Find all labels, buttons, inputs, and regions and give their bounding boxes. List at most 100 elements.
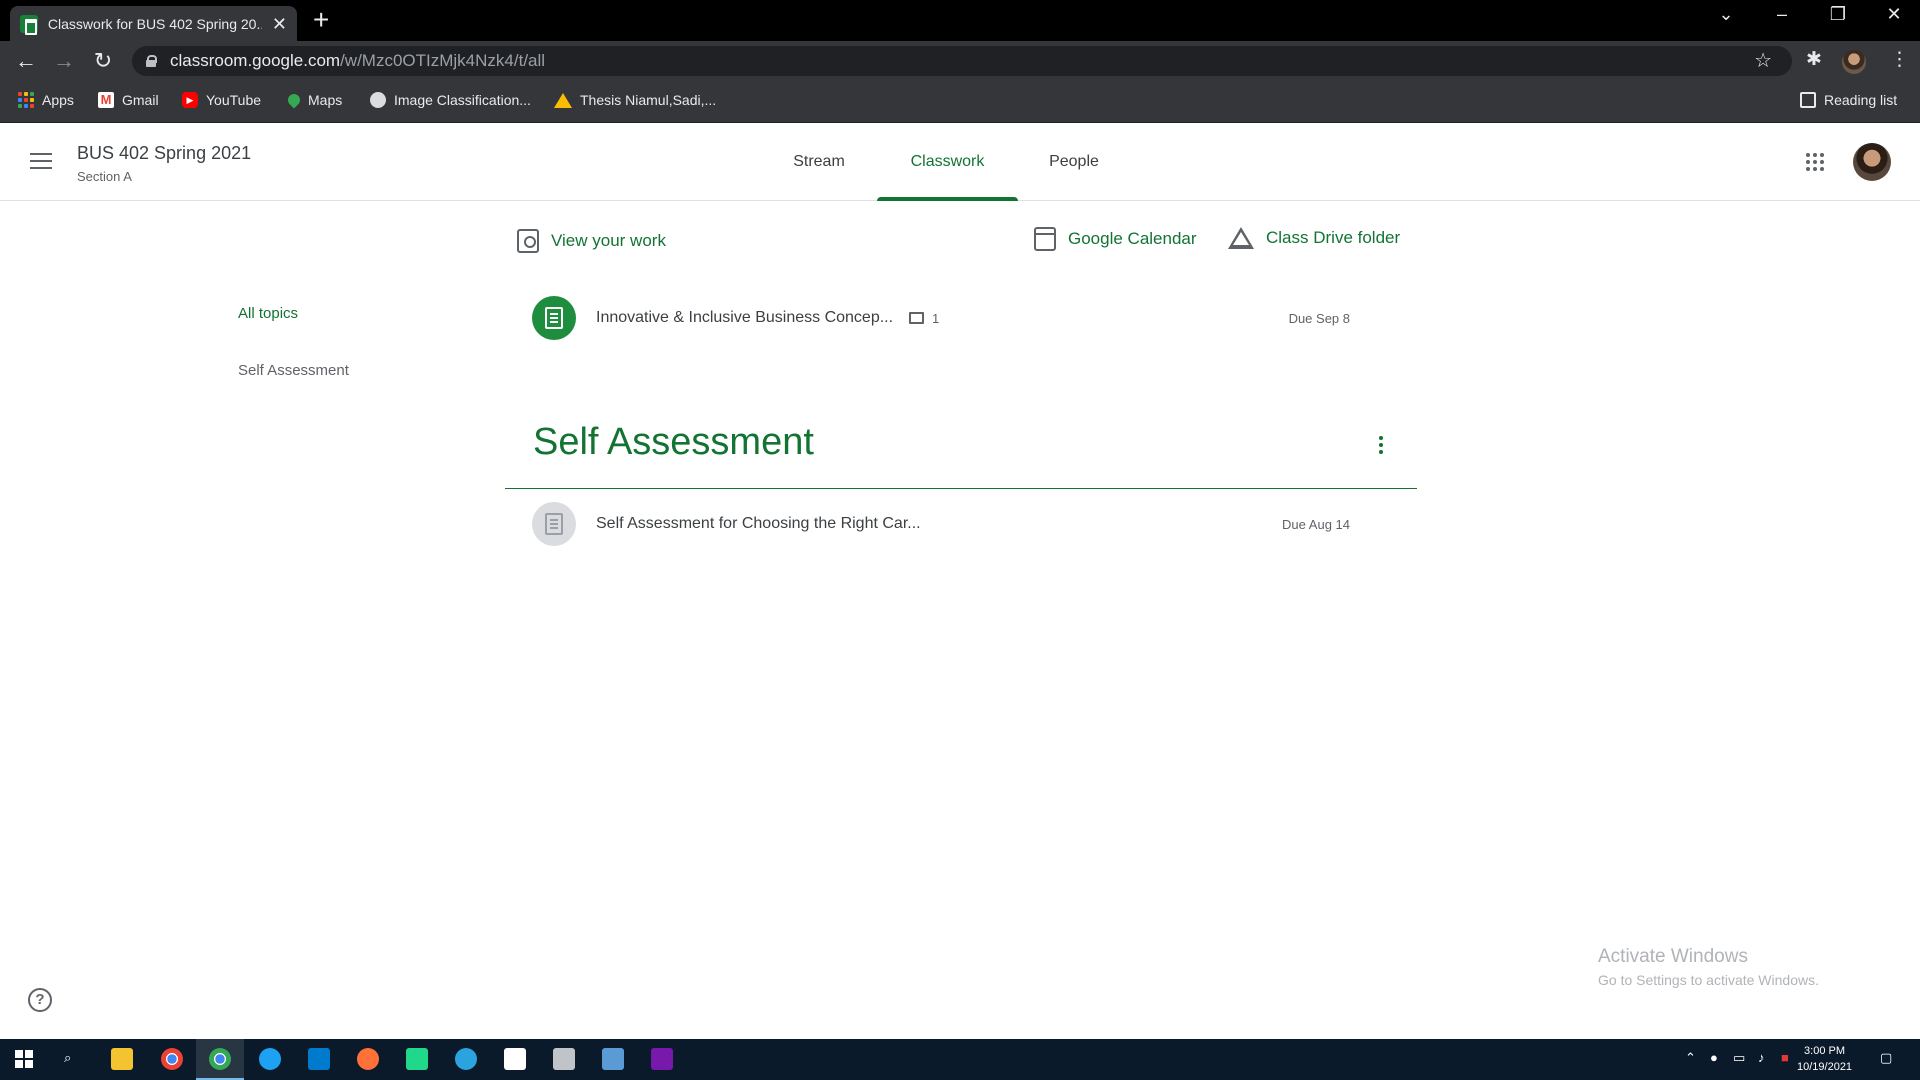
gmail-icon: M [98, 92, 114, 108]
bookmark-label: Thesis Niamul,Sadi,... [580, 92, 717, 108]
firefox-icon[interactable] [357, 1048, 379, 1070]
bookmark-star-icon[interactable]: ☆ [1754, 48, 1772, 73]
google-calendar-link[interactable]: Google Calendar [1034, 227, 1197, 251]
pycharm-icon[interactable] [406, 1048, 428, 1070]
help-icon[interactable]: ? [28, 988, 52, 1012]
main-menu-icon[interactable] [30, 153, 52, 174]
tab-classwork[interactable]: Classwork [877, 123, 1018, 201]
bookmark-label: YouTube [206, 92, 262, 108]
tab-stream[interactable]: Stream [778, 123, 860, 200]
topic-self-assessment[interactable]: Self Assessment [238, 362, 349, 379]
assignment-title: Innovative & Inclusive Business Concep..… [596, 309, 894, 326]
bookmark-label: Gmail [122, 92, 159, 108]
close-window-button[interactable]: ✕ [1876, 4, 1912, 25]
edge-icon[interactable] [259, 1048, 281, 1070]
class-title[interactable]: BUS 402 Spring 2021 [77, 143, 251, 164]
due-date: Due Aug 14 [1282, 516, 1350, 532]
class-drive-folder-link[interactable]: Class Drive folder [1228, 227, 1400, 249]
browser-toolbar: ← → ↻ classroom.google.com/w/Mzc0OTIzMjk… [0, 41, 1920, 81]
watermark-line1: Activate Windows [1598, 946, 1748, 967]
network-icon[interactable]: ▭ [1733, 1050, 1745, 1066]
taskbar-clock[interactable]: 3:00 PM 10/19/2021 [1797, 1043, 1852, 1075]
search-icon[interactable]: ⌕ [64, 1050, 71, 1066]
back-button[interactable]: ← [12, 47, 40, 75]
reading-list-button[interactable]: Reading list [1800, 92, 1897, 108]
restore-button[interactable]: ❐ [1820, 4, 1856, 25]
chrome-profile-icon[interactable] [209, 1048, 231, 1070]
windows-start-icon[interactable] [15, 1050, 33, 1068]
tab-people[interactable]: People [1036, 123, 1112, 200]
more-options-icon[interactable] [1379, 436, 1385, 457]
due-date: Due Sep 8 [1288, 310, 1350, 326]
comment-icon [909, 312, 925, 324]
bookmark-apps[interactable]: Apps [18, 92, 74, 108]
topic-all[interactable]: All topics [238, 305, 298, 322]
drive-icon [554, 92, 572, 108]
assignment-icon [532, 296, 576, 340]
app-icon[interactable] [553, 1048, 575, 1070]
bookmark-gmail[interactable]: M Gmail [98, 92, 159, 108]
file-explorer-icon[interactable] [111, 1048, 133, 1070]
calculator-icon[interactable] [602, 1048, 624, 1070]
extensions-icon[interactable]: ✱ [1806, 48, 1822, 71]
watermark-line2: Go to Settings to activate Windows. [1598, 972, 1819, 988]
volume-icon[interactable]: ♪ [1758, 1050, 1765, 1065]
lock-icon[interactable] [146, 55, 157, 67]
class-section: Section A [77, 169, 132, 184]
list-item[interactable]: Innovative & Inclusive Business Concep..… [532, 293, 1350, 343]
clock-date: 10/19/2021 [1797, 1061, 1853, 1073]
class-drive-folder-label: Class Drive folder [1266, 228, 1401, 247]
address-bar[interactable]: classroom.google.com/w/Mzc0OTIzMjk4Nzk4/… [132, 46, 1792, 76]
section-divider [505, 488, 1417, 489]
avatar[interactable] [1853, 143, 1891, 181]
notifications-icon[interactable]: ▢ [1880, 1050, 1892, 1066]
view-your-work-link[interactable]: View your work [517, 229, 666, 253]
forward-button[interactable]: → [50, 47, 78, 75]
antivirus-icon[interactable]: ■ [1781, 1050, 1789, 1065]
drive-icon [1228, 227, 1254, 249]
browser-tab[interactable]: Classwork for BUS 402 Spring 20... ✕ [10, 6, 297, 41]
section-title: Self Assessment [533, 421, 814, 463]
vscode-icon[interactable] [308, 1048, 330, 1070]
telegram-icon[interactable] [455, 1048, 477, 1070]
google-apps-icon[interactable] [1806, 153, 1824, 171]
browser-profile-avatar[interactable] [1842, 50, 1866, 74]
windows-taskbar [0, 1039, 1920, 1080]
bookmark-youtube[interactable]: ▶ YouTube [182, 92, 261, 108]
assignment-icon [532, 502, 576, 546]
view-your-work-label: View your work [551, 231, 666, 250]
assignment-title: Self Assessment for Choosing the Right C… [596, 515, 921, 532]
new-tab-button[interactable]: + [313, 6, 329, 34]
url-path: /w/Mzc0OTIzMjk4Nzk4/t/all [340, 51, 546, 70]
chrome-icon[interactable] [161, 1048, 183, 1070]
bookmark-image-classification[interactable]: Image Classification... [370, 92, 531, 108]
bookmark-label: Maps [308, 92, 343, 108]
bookmark-maps[interactable]: Maps [285, 91, 343, 109]
comment-count: 1 [909, 311, 939, 326]
bookmark-thesis[interactable]: Thesis Niamul,Sadi,... [554, 92, 716, 108]
onenote-icon[interactable] [651, 1048, 673, 1070]
minimize-button[interactable]: – [1764, 4, 1800, 25]
reading-list-icon [1800, 92, 1816, 108]
list-item[interactable]: Self Assessment for Choosing the Right C… [532, 499, 1350, 549]
reload-button[interactable]: ↻ [89, 47, 117, 75]
notion-icon[interactable] [504, 1048, 526, 1070]
tab-search-icon[interactable]: ⌄ [1708, 4, 1744, 25]
show-hidden-icons-icon[interactable]: ⌃ [1685, 1050, 1696, 1066]
bookmarks-bar: Apps M Gmail ▶ YouTube Maps Image Classi… [0, 81, 1920, 123]
classroom-favicon-icon [20, 14, 38, 35]
url-host: classroom.google.com [170, 51, 341, 70]
google-calendar-label: Google Calendar [1068, 229, 1197, 248]
bookmark-label: Apps [42, 92, 74, 108]
clock-time: 3:00 PM [1804, 1045, 1846, 1057]
activate-windows-watermark: Activate Windows Go to Settings to activ… [1598, 946, 1819, 988]
reading-list-label: Reading list [1824, 92, 1898, 108]
microphone-icon[interactable]: ● [1710, 1050, 1718, 1065]
tab-close-icon[interactable]: ✕ [272, 15, 287, 33]
classroom-header: BUS 402 Spring 2021 Section A Stream Cla… [0, 123, 1920, 201]
globe-icon [370, 92, 386, 108]
browser-menu-icon[interactable]: ⋮ [1890, 48, 1909, 71]
calendar-icon [1034, 227, 1056, 251]
youtube-icon: ▶ [182, 92, 198, 108]
maps-icon [285, 91, 303, 109]
